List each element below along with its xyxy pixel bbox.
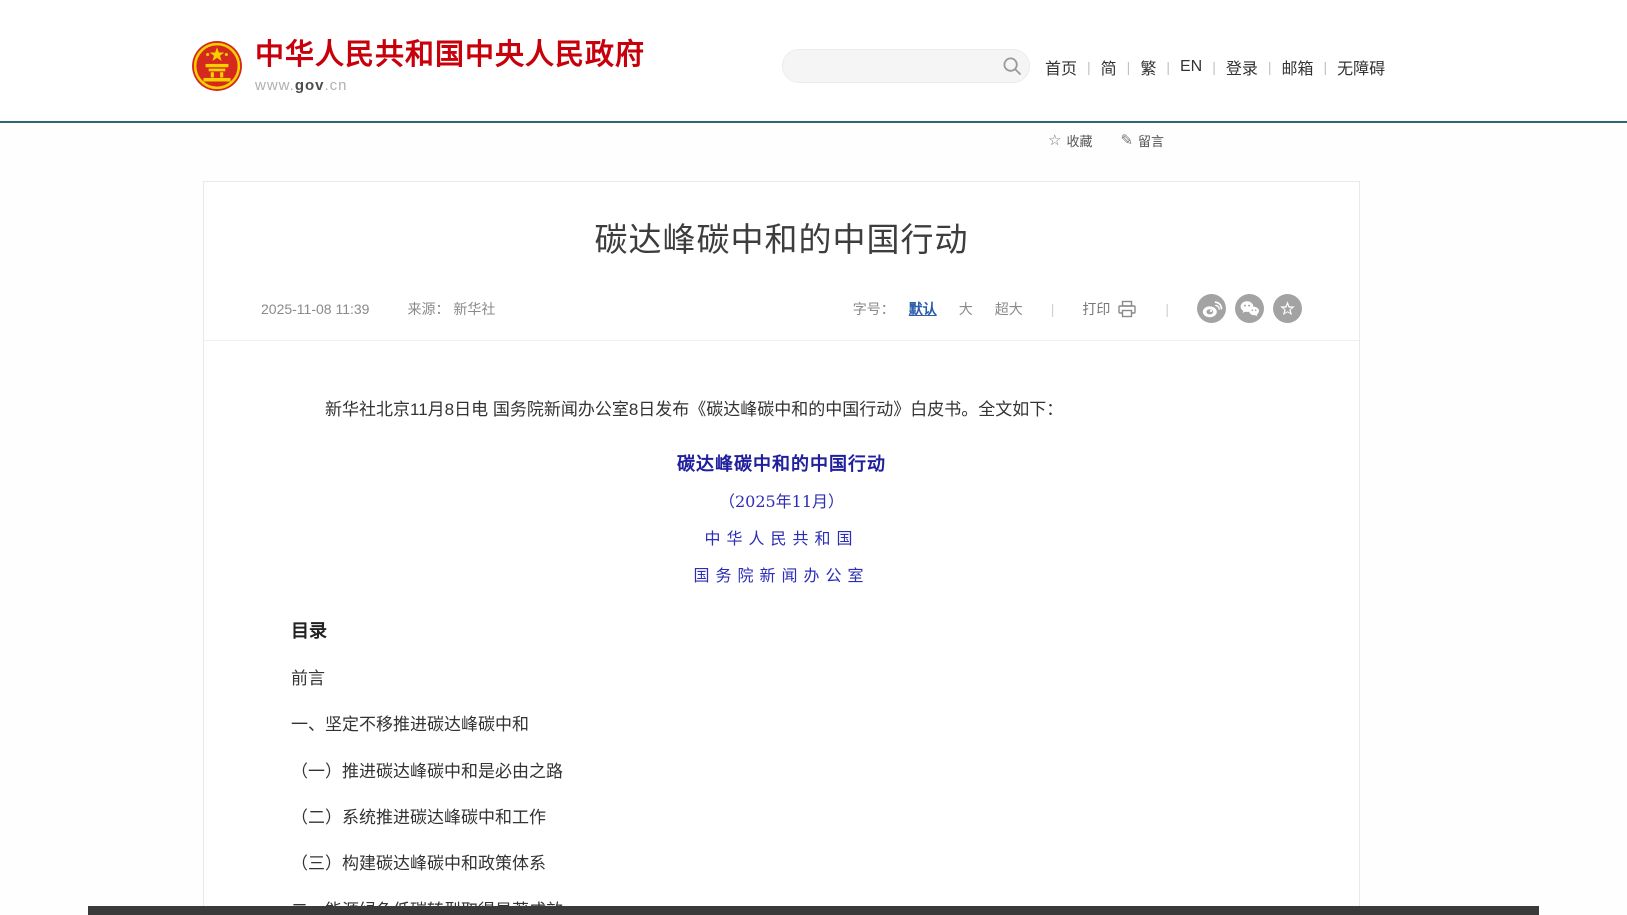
document-date: （2025年11月） [291,488,1272,512]
meta-separator: | [1165,301,1169,317]
lead-paragraph: 新华社北京11月8日电 国务院新闻办公室8日发布《碳达峰碳中和的中国行动》白皮书… [291,397,1272,423]
nav-separator: | [1166,59,1170,75]
toc-heading: 目录 [291,617,1272,643]
nav-separator: | [1087,59,1091,75]
toc-item-section1-2[interactable]: （二）系统推进碳达峰碳中和工作 [291,808,1272,828]
nav-traditional[interactable]: 繁 [1140,55,1156,79]
nav-accessibility[interactable]: 无障碍 [1337,55,1385,79]
search-icon [1002,56,1022,76]
nav-home[interactable]: 首页 [1045,55,1077,79]
fontsize-large[interactable]: 大 [959,299,973,319]
meta-separator: | [1051,301,1055,317]
nav-separator: | [1324,59,1328,75]
fontsize-label: 字号： [853,299,895,319]
weibo-share-icon[interactable] [1197,294,1226,323]
document-issuer-line1: 中华人民共和国 [291,525,1272,549]
site-logo[interactable]: 中华人民共和国中央人民政府 www.gov.cn [191,40,645,94]
nav-english[interactable]: EN [1180,58,1202,76]
national-emblem-icon [191,40,243,92]
star-share-icon[interactable] [1273,294,1302,323]
search-button[interactable] [995,49,1029,83]
site-header: 中华人民共和国中央人民政府 www.gov.cn 首页 | 简 | 繁 | EN… [0,0,1627,121]
source-value[interactable]: 新华社 [453,301,495,317]
site-title-block: 中华人民共和国中央人民政府 www.gov.cn [255,40,645,94]
message-label: 留言 [1138,131,1164,150]
printer-icon [1117,300,1137,318]
nav-separator: | [1268,59,1272,75]
footer-top-bar [88,906,1539,915]
document-issuer-line2: 国务院新闻办公室 [291,562,1272,586]
toc-item-section1[interactable]: 一、坚定不移推进碳达峰碳中和 [291,715,1272,735]
star-outline-icon: ☆ [1048,133,1061,148]
nav-simplified[interactable]: 简 [1101,55,1117,79]
share-icons [1197,294,1302,323]
search-input[interactable] [783,50,995,82]
search-box [782,49,1030,83]
article-body: 新华社北京11月8日电 国务院新闻办公室8日发布《碳达峰碳中和的中国行动》白皮书… [291,397,1272,915]
site-url-www: www. [255,77,295,94]
article-title: 碳达峰碳中和的中国行动 [204,182,1359,260]
article-meta-bar: 2025-11-08 11:39 来源： 新华社 字号： 默认 大 超大 | 打… [204,294,1359,341]
wechat-share-icon[interactable] [1235,294,1264,323]
top-nav: 首页 | 简 | 繁 | EN | 登录 | 邮箱 | 无障碍 [1045,50,1385,83]
pencil-icon: ✎ [1120,133,1133,148]
nav-separator: | [1212,59,1216,75]
page: 中华人民共和国中央人民政府 www.gov.cn 首页 | 简 | 繁 | EN… [0,0,1627,915]
toc-item-preface[interactable]: 前言 [291,669,1272,689]
nav-mail[interactable]: 邮箱 [1282,55,1314,79]
meta-left: 2025-11-08 11:39 来源： 新华社 [261,299,495,319]
message-button[interactable]: ✎ 留言 [1120,131,1164,150]
source-label: 来源： [407,301,449,317]
source-group: 来源： 新华社 [407,299,495,319]
site-title: 中华人民共和国中央人民政府 [255,40,645,72]
quickbar: ☆ 收藏 ✎ 留言 [1048,131,1164,150]
site-url-cn: .cn [325,77,348,94]
document-title: 碳达峰碳中和的中国行动 [291,450,1272,476]
article-card: 碳达峰碳中和的中国行动 2025-11-08 11:39 来源： 新华社 字号：… [203,181,1360,915]
toc-item-section1-1[interactable]: （一）推进碳达峰碳中和是必由之路 [291,762,1272,782]
favorite-label: 收藏 [1066,131,1092,150]
toc-item-section1-3[interactable]: （三）构建碳达峰碳中和政策体系 [291,854,1272,874]
header-divider [0,121,1627,123]
site-url-gov: gov [295,77,325,94]
nav-login[interactable]: 登录 [1226,55,1258,79]
nav-separator: | [1127,59,1131,75]
favorite-button[interactable]: ☆ 收藏 [1048,131,1092,150]
meta-right: 字号： 默认 大 超大 | 打印 | [853,294,1302,323]
publish-date: 2025-11-08 11:39 [261,301,369,317]
fontsize-default[interactable]: 默认 [909,299,937,319]
fontsize-xlarge[interactable]: 超大 [995,299,1023,319]
print-label: 打印 [1082,299,1110,319]
print-button[interactable]: 打印 [1082,299,1137,319]
site-url: www.gov.cn [255,77,645,94]
